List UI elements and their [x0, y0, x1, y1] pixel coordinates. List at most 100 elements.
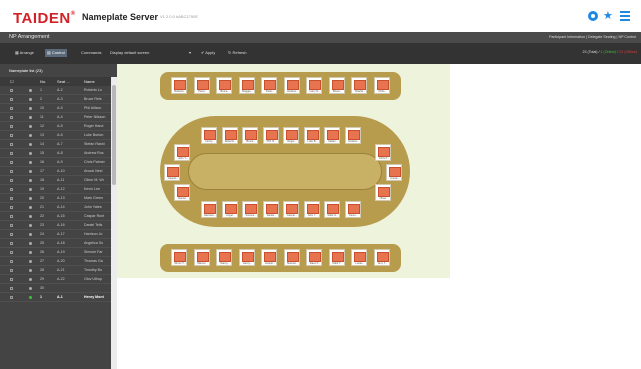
row-checkbox[interactable]: [10, 296, 13, 299]
row-checkbox[interactable]: [10, 269, 13, 272]
seat-nameplate[interactable]: Roger...: [283, 127, 299, 144]
help-icon[interactable]: [588, 11, 598, 21]
seat-nameplate[interactable]: Mark T...: [328, 249, 345, 266]
seat-nameplate[interactable]: Caspar...: [283, 201, 299, 218]
row-checkbox[interactable]: [10, 98, 13, 101]
seat-nameplate[interactable]: Daniel...: [174, 184, 190, 201]
list-item[interactable]: 23 A-16 Daniel Tells: [0, 221, 111, 230]
col-name[interactable]: Name: [84, 79, 95, 84]
seat-nameplate[interactable]: Anouk...: [386, 164, 402, 181]
seat-nameplate[interactable]: Simone...: [242, 201, 258, 218]
list-item[interactable]: 17 A-10 Anouk Nesi: [0, 167, 111, 176]
row-checkbox[interactable]: [10, 287, 13, 290]
row-checkbox[interactable]: [10, 260, 13, 263]
seat-nameplate[interactable]: Phil. R...: [262, 127, 279, 144]
row-checkbox[interactable]: [10, 206, 13, 209]
row-checkbox[interactable]: [10, 233, 13, 236]
seat-nameplate[interactable]: John Y...: [303, 201, 320, 218]
seat-nameplate[interactable]: Maggie...: [238, 77, 255, 94]
seat-nameplate[interactable]: Roberto...: [221, 127, 238, 144]
col-seat[interactable]: Seat ...: [57, 79, 70, 84]
seat-nameplate[interactable]: Stefan...: [324, 127, 340, 144]
list-item[interactable]: 30: [0, 284, 111, 293]
list-item[interactable]: 16 A-9 Chris Palmer: [0, 158, 111, 167]
list-item[interactable]: 14 A-7 Stefan Rashi: [0, 140, 111, 149]
row-checkbox[interactable]: [10, 170, 13, 173]
seat-nameplate[interactable]: Dave P...: [306, 249, 322, 266]
list-item[interactable]: 11 A-4 Peter Nilsson: [0, 113, 111, 122]
seat-nameplate[interactable]: Oliver...: [375, 184, 391, 201]
list-item[interactable]: 2 A-3 Bruce Rels: [0, 95, 111, 104]
seat-nameplate[interactable]: Chris...: [373, 77, 390, 94]
select-all-checkbox[interactable]: ☐: [10, 79, 14, 84]
commands-select[interactable]: Display default screen ▾: [110, 49, 192, 57]
refresh-button[interactable]: ↻ Refresh: [226, 49, 248, 57]
col-no[interactable]: No.: [40, 79, 46, 84]
list-item[interactable]: 29 A-22 Olov Uthup: [0, 275, 111, 284]
control-button[interactable]: ▤ Control: [45, 49, 67, 57]
row-checkbox[interactable]: [10, 278, 13, 281]
seat-nameplate[interactable]: Nancy...: [216, 249, 232, 266]
seat-nameplate[interactable]: Bruce...: [216, 77, 232, 94]
seat-nameplate[interactable]: John Y...: [174, 144, 190, 161]
list-item[interactable]: 15 A-8 Andrew Ros: [0, 149, 111, 158]
seat-nameplate[interactable]: Caspar...: [164, 164, 180, 181]
seat-nameplate[interactable]: Lucas...: [351, 249, 367, 266]
row-checkbox[interactable]: [10, 116, 13, 119]
seat-nameplate[interactable]: Chris P...: [375, 144, 391, 161]
row-checkbox[interactable]: [10, 107, 13, 110]
seat-nameplate[interactable]: Andrew...: [344, 127, 361, 144]
seat-nameplate[interactable]: Manuel...: [283, 249, 300, 266]
breadcrumb-links[interactable]: Participant Information | Delegate Seati…: [549, 35, 636, 39]
seat-nameplate[interactable]: Henry...: [201, 127, 217, 144]
list-item[interactable]: 24 A-17 Harrison Jo: [0, 230, 111, 239]
row-checkbox[interactable]: [10, 224, 13, 227]
arrange-button[interactable]: ▦ Arrange: [13, 49, 36, 57]
list-item[interactable]: 28 A-21 Timothy Bo: [0, 266, 111, 275]
list-item[interactable]: 18 A-11 Oliver M. Wr: [0, 176, 111, 185]
row-checkbox[interactable]: [10, 143, 13, 146]
list-item[interactable]: 1 A-2 Roberto Lo: [0, 86, 111, 95]
row-checkbox[interactable]: [10, 134, 13, 137]
row-checkbox[interactable]: [10, 152, 13, 155]
row-checkbox[interactable]: [10, 125, 13, 128]
seat-nameplate[interactable]: Peter...: [261, 77, 277, 94]
list-item[interactable]: 25 A-18 Angelica So: [0, 239, 111, 248]
scrollbar-thumb[interactable]: [112, 85, 116, 185]
seat-nameplate[interactable]: Joseph...: [261, 249, 277, 266]
apply-button[interactable]: ✔ Apply: [199, 49, 217, 57]
row-checkbox[interactable]: [10, 188, 13, 191]
seat-nameplate[interactable]: Angel...: [221, 201, 238, 218]
seat-nameplate[interactable]: Petra...: [193, 77, 210, 94]
seat-nameplate[interactable]: Amy T...: [373, 249, 390, 266]
seat-nameplate[interactable]: Andrew...: [283, 77, 300, 94]
seat-nameplate[interactable]: Roberto...: [171, 77, 187, 94]
row-checkbox[interactable]: [10, 161, 13, 164]
list-item[interactable]: 13 A-6 Luke Burton: [0, 131, 111, 140]
seat-nameplate[interactable]: Bruce...: [242, 127, 258, 144]
seat-nameplate[interactable]: Bruce...: [328, 77, 345, 94]
list-item[interactable]: 12 A-5 Roger Hand: [0, 122, 111, 131]
list-item[interactable]: 21 A-14 John Yates: [0, 203, 111, 212]
row-checkbox[interactable]: [10, 242, 13, 245]
list-item[interactable]: 26 A-19 Simone Far: [0, 248, 111, 257]
seat-nameplate[interactable]: Larry N...: [306, 77, 322, 94]
row-checkbox[interactable]: [10, 251, 13, 254]
row-checkbox[interactable]: [10, 197, 13, 200]
row-checkbox[interactable]: [10, 215, 13, 218]
seat-nameplate[interactable]: Charlot...: [351, 77, 367, 94]
menu-icon[interactable]: [620, 11, 630, 21]
row-checkbox[interactable]: [10, 179, 13, 182]
seat-nameplate[interactable]: Harrison...: [201, 201, 217, 218]
row-checkbox[interactable]: [10, 89, 13, 92]
seat-nameplate[interactable]: Simon T...: [171, 249, 187, 266]
seat-nameplate[interactable]: Daniel...: [262, 201, 279, 218]
star-icon[interactable]: ★: [603, 11, 613, 22]
list-item[interactable]: 10 A-5 Phil Allison: [0, 104, 111, 113]
list-item[interactable]: 20 A-13 Mark Green: [0, 194, 111, 203]
seat-nameplate[interactable]: Henry...: [238, 249, 255, 266]
seat-nameplate[interactable]: Kevin...: [344, 201, 361, 218]
list-item[interactable]: 1 A-1 Henry Mont: [0, 293, 111, 302]
list-item[interactable]: 27 A-20 Thomas Ga: [0, 257, 111, 266]
list-item[interactable]: 19 A-12 Kevin Lee: [0, 185, 111, 194]
